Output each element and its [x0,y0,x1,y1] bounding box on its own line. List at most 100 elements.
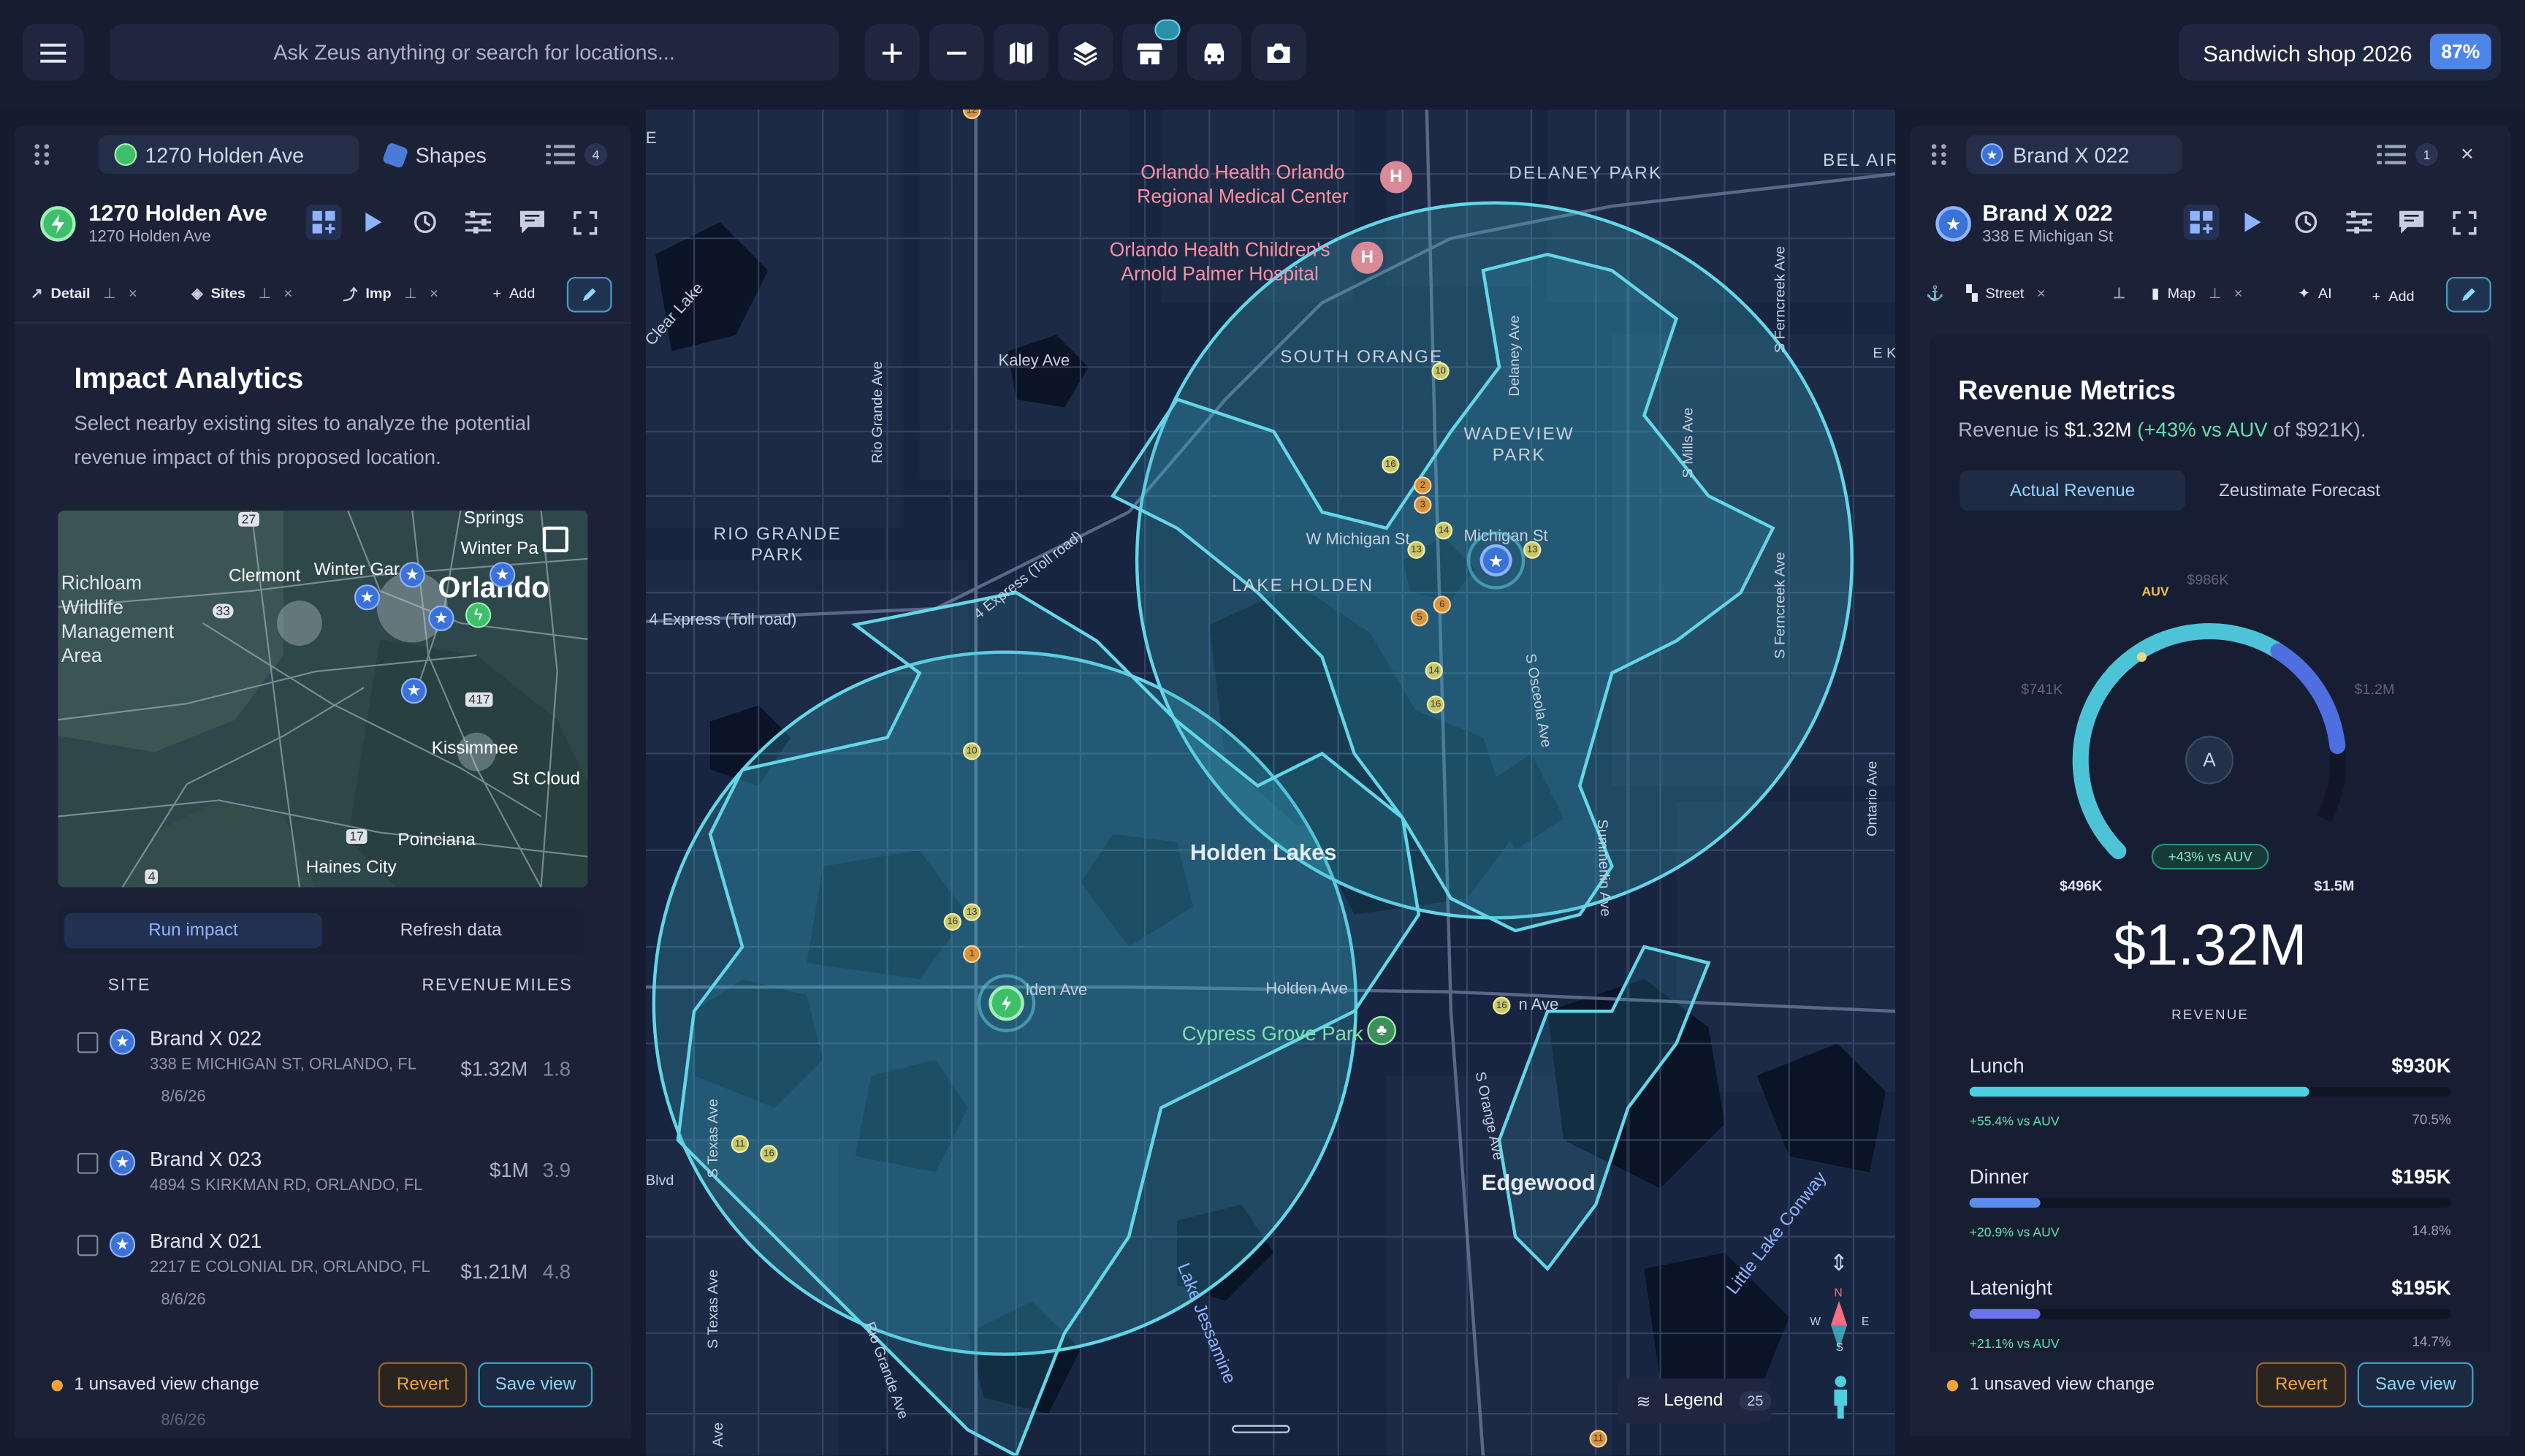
search-input[interactable]: Ask Zeus anything or search for location… [109,24,839,81]
run-impact-button[interactable]: Run impact [64,912,322,949]
row-checkbox[interactable] [77,1153,99,1174]
drag-handle-icon[interactable] [34,143,50,174]
menu-icon[interactable] [22,24,84,81]
history-icon[interactable] [2288,205,2323,240]
store-icon[interactable] [1122,19,1181,81]
drag-handle-icon[interactable] [1931,143,1947,174]
zoom-out-icon[interactable] [929,24,984,81]
pin-icon[interactable]: ⊥ [259,284,271,302]
comment-icon[interactable] [2393,205,2428,240]
edit-button[interactable] [566,277,612,313]
poi-pin[interactable]: 13 [963,903,981,921]
close-panel-icon[interactable]: × [2461,140,2474,166]
pin-icon[interactable]: ⊥ [2209,284,2221,302]
chip-map[interactable]: ▮ Map ⊥ × [2152,275,2243,310]
pin-icon[interactable]: ⊥ [2113,275,2125,310]
poi-pin[interactable]: 13 [1407,541,1425,559]
poi-pin[interactable]: 1 [963,945,981,964]
bottom-drawer-handle[interactable] [1232,1425,1290,1433]
hospital-icon[interactable]: H [1379,161,1412,194]
dashboard-icon[interactable] [2183,204,2220,240]
minimap-site-star-icon[interactable]: ★ [399,562,425,588]
close-icon[interactable]: × [2234,285,2243,301]
row-checkbox[interactable] [77,1235,99,1257]
minimap-site-star-icon[interactable]: ★ [354,584,381,611]
chip-detail[interactable]: ↗ Detail ⊥ × [31,275,137,310]
chip-sites[interactable]: ◈ Sites ⊥ × [191,275,292,310]
tilt-icon[interactable]: ⇕ [1829,1249,1848,1276]
poi-pin[interactable]: 6 [1433,595,1451,614]
legend-button[interactable]: ≋ Legend 25 [1616,1378,1772,1424]
tab-brand-x-022[interactable]: ★ Brand X 022 [1966,135,2182,175]
play-icon[interactable] [356,205,391,240]
comment-icon[interactable] [514,205,549,240]
poi-pin[interactable]: 16 [760,1145,778,1163]
play-icon[interactable] [2235,205,2270,240]
col-miles[interactable]: MILES [515,976,572,995]
save-view-button[interactable]: Save view [2357,1362,2474,1408]
car-icon[interactable] [1187,24,1242,81]
camera-icon[interactable] [1251,24,1306,81]
chip-imp[interactable]: ⤴ Imp ⊥ × [343,275,438,310]
fullscreen-icon[interactable] [567,205,602,240]
chip-add[interactable]: + Add [2372,278,2415,313]
tab-forecast[interactable]: Zeustimate Forecast [2187,470,2412,511]
zoom-in-icon[interactable] [864,24,920,81]
row-checkbox[interactable] [77,1032,99,1053]
tab-actual-revenue[interactable]: Actual Revenue [1960,470,2185,511]
map-icon[interactable] [993,24,1048,81]
list-icon[interactable] [546,143,575,174]
layers-icon[interactable] [1058,24,1113,81]
street-view-person-icon[interactable] [1826,1375,1855,1420]
poi-pin[interactable]: 5 [1410,609,1429,627]
minimap-site-star-icon[interactable]: ★ [400,677,427,704]
list-icon[interactable] [2377,143,2406,174]
poi-pin[interactable]: 3 [1414,495,1432,514]
chip-add[interactable]: + Add [492,275,535,310]
close-icon[interactable]: × [430,285,438,301]
poi-pin[interactable]: 11 [1589,1430,1607,1448]
hospital-icon[interactable]: H [1351,241,1384,274]
dashboard-icon[interactable] [305,204,342,240]
existing-site-marker[interactable]: ★ [1466,531,1526,590]
poi-pin[interactable]: 16 [1493,996,1511,1015]
poi-pin[interactable]: 2 [1414,476,1432,495]
fullscreen-icon[interactable] [2446,205,2481,240]
history-icon[interactable] [408,205,443,240]
proposed-site-marker[interactable] [977,974,1036,1032]
close-icon[interactable]: × [284,285,293,301]
poi-pin[interactable]: 14 [1425,661,1443,680]
poi-pin[interactable]: 16 [943,912,961,931]
minimap-fullscreen-icon[interactable] [542,526,569,553]
chip-street[interactable]: ▚ Street × [1966,275,2045,310]
compass[interactable]: N W E S [1808,1288,1870,1356]
save-view-button[interactable]: Save view [478,1362,593,1408]
tab-1270-holden[interactable]: 1270 Holden Ave [98,135,359,175]
refresh-data-button[interactable]: Refresh data [330,913,572,948]
map-canvas[interactable]: Orlando Health Orlando Regional Medical … [645,109,1896,1456]
poi-pin[interactable]: 11 [731,1135,749,1154]
sliders-icon[interactable] [460,205,495,240]
pin-icon[interactable]: ⊥ [103,284,115,302]
poi-pin[interactable]: 16 [1382,455,1400,474]
poi-pin[interactable]: 13 [1523,541,1542,559]
poi-pin[interactable]: 10 [1431,362,1450,381]
pin-icon[interactable]: ⊥ [404,284,416,302]
poi-pin[interactable]: 14 [1434,522,1453,540]
revert-button[interactable]: Revert [2255,1362,2347,1408]
poi-pin[interactable]: 10 [963,742,981,761]
minimap-site-star-icon[interactable]: ★ [428,605,454,632]
project-selector[interactable]: Sandwich shop 2026 87% [2179,24,2501,81]
close-icon[interactable]: × [129,285,137,301]
close-icon[interactable]: × [2037,285,2046,301]
minimap-site-star-icon[interactable]: ★ [490,562,516,588]
mini-map[interactable]: Springs Winter Pa Richloam Wildlife Mana… [58,510,588,888]
revert-button[interactable]: Revert [378,1362,468,1408]
edit-button[interactable] [2446,277,2491,313]
chip-ai[interactable]: ✦ AI [2298,275,2331,310]
minimap-proposed-bolt-icon[interactable]: ϟ [465,602,492,628]
col-revenue[interactable]: REVENUE [422,976,512,995]
col-site[interactable]: SITE [108,976,151,995]
tab-shapes[interactable]: Shapes [381,135,514,174]
poi-pin[interactable]: 16 [1426,695,1445,714]
